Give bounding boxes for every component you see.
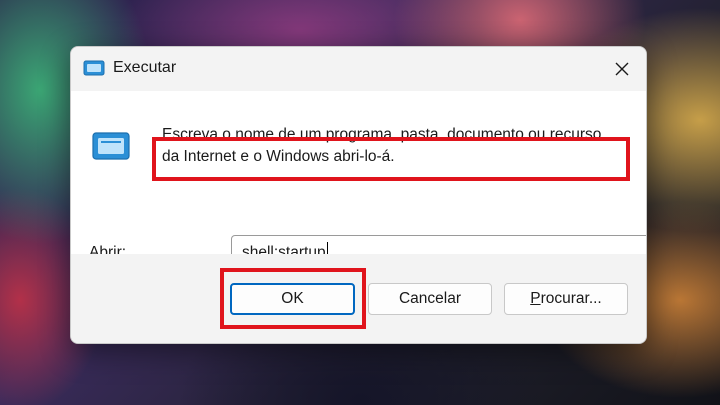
close-button[interactable] (604, 53, 640, 85)
browse-button[interactable]: Procurar... (504, 283, 628, 315)
input-highlight-box (152, 137, 630, 181)
run-program-icon (92, 132, 130, 160)
close-icon (615, 62, 629, 76)
browse-label: rocurar... (540, 290, 602, 307)
dialog-title: Executar (113, 59, 177, 76)
cancel-button[interactable]: Cancelar (368, 283, 492, 315)
run-dialog-icon (83, 60, 105, 76)
title-bar: Executar (71, 47, 646, 91)
browse-accelerator: P (530, 290, 541, 307)
ok-highlight-box (220, 268, 366, 329)
